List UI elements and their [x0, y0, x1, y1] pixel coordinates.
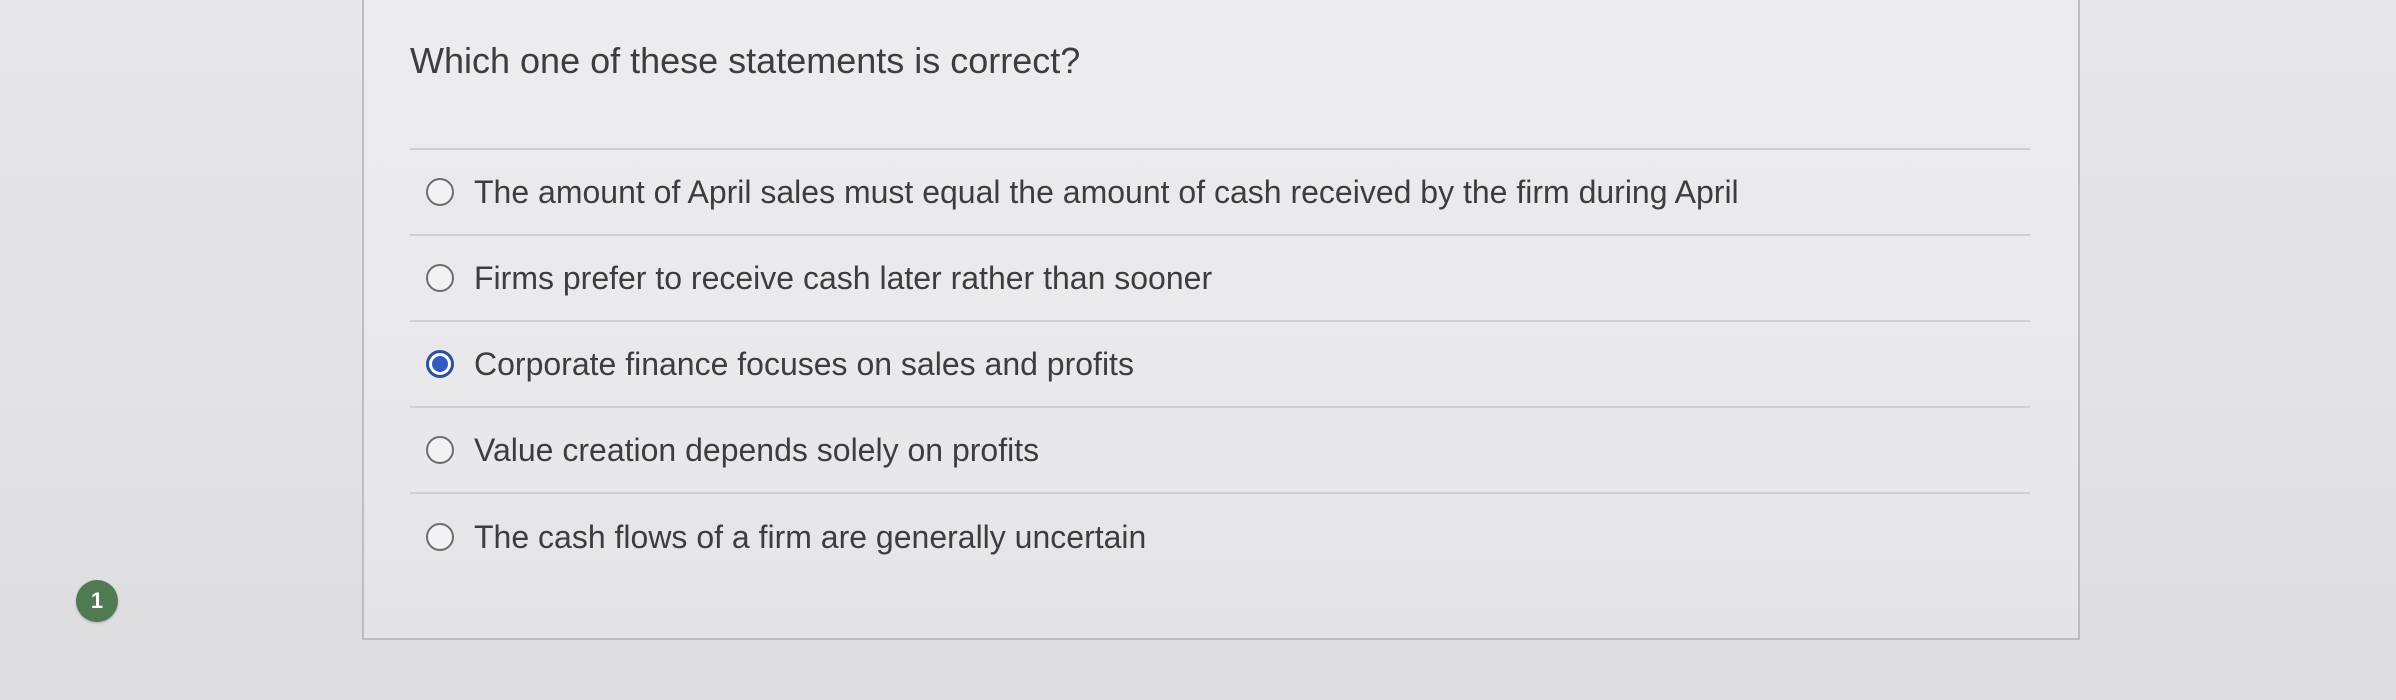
- radio-unselected-icon[interactable]: [426, 436, 454, 464]
- radio-selected-icon[interactable]: [426, 350, 454, 378]
- answer-option-2[interactable]: Firms prefer to receive cash later rathe…: [410, 236, 2030, 322]
- answer-option-4[interactable]: Value creation depends solely on profits: [410, 408, 2030, 494]
- answer-option-3[interactable]: Corporate finance focuses on sales and p…: [410, 322, 2030, 408]
- question-number-badge: 1: [76, 580, 118, 622]
- question-text: Which one of these statements is correct…: [410, 40, 1081, 81]
- radio-unselected-icon[interactable]: [426, 523, 454, 551]
- answer-option-label: Corporate finance focuses on sales and p…: [474, 345, 1134, 382]
- answer-option-5[interactable]: The cash flows of a firm are generally u…: [410, 494, 2030, 580]
- question-panel: Which one of these statements is correct…: [362, 0, 2080, 640]
- answer-option-label: The cash flows of a firm are generally u…: [474, 518, 1147, 555]
- radio-unselected-icon[interactable]: [426, 264, 454, 292]
- radio-unselected-icon[interactable]: [426, 178, 454, 206]
- answer-option-label: Firms prefer to receive cash later rathe…: [474, 259, 1213, 296]
- answer-option-label: Value creation depends solely on profits: [474, 431, 1040, 468]
- answer-option-1[interactable]: The amount of April sales must equal the…: [410, 150, 2030, 236]
- answer-options-list: The amount of April sales must equal the…: [410, 148, 2030, 580]
- answer-option-label: The amount of April sales must equal the…: [474, 173, 1739, 210]
